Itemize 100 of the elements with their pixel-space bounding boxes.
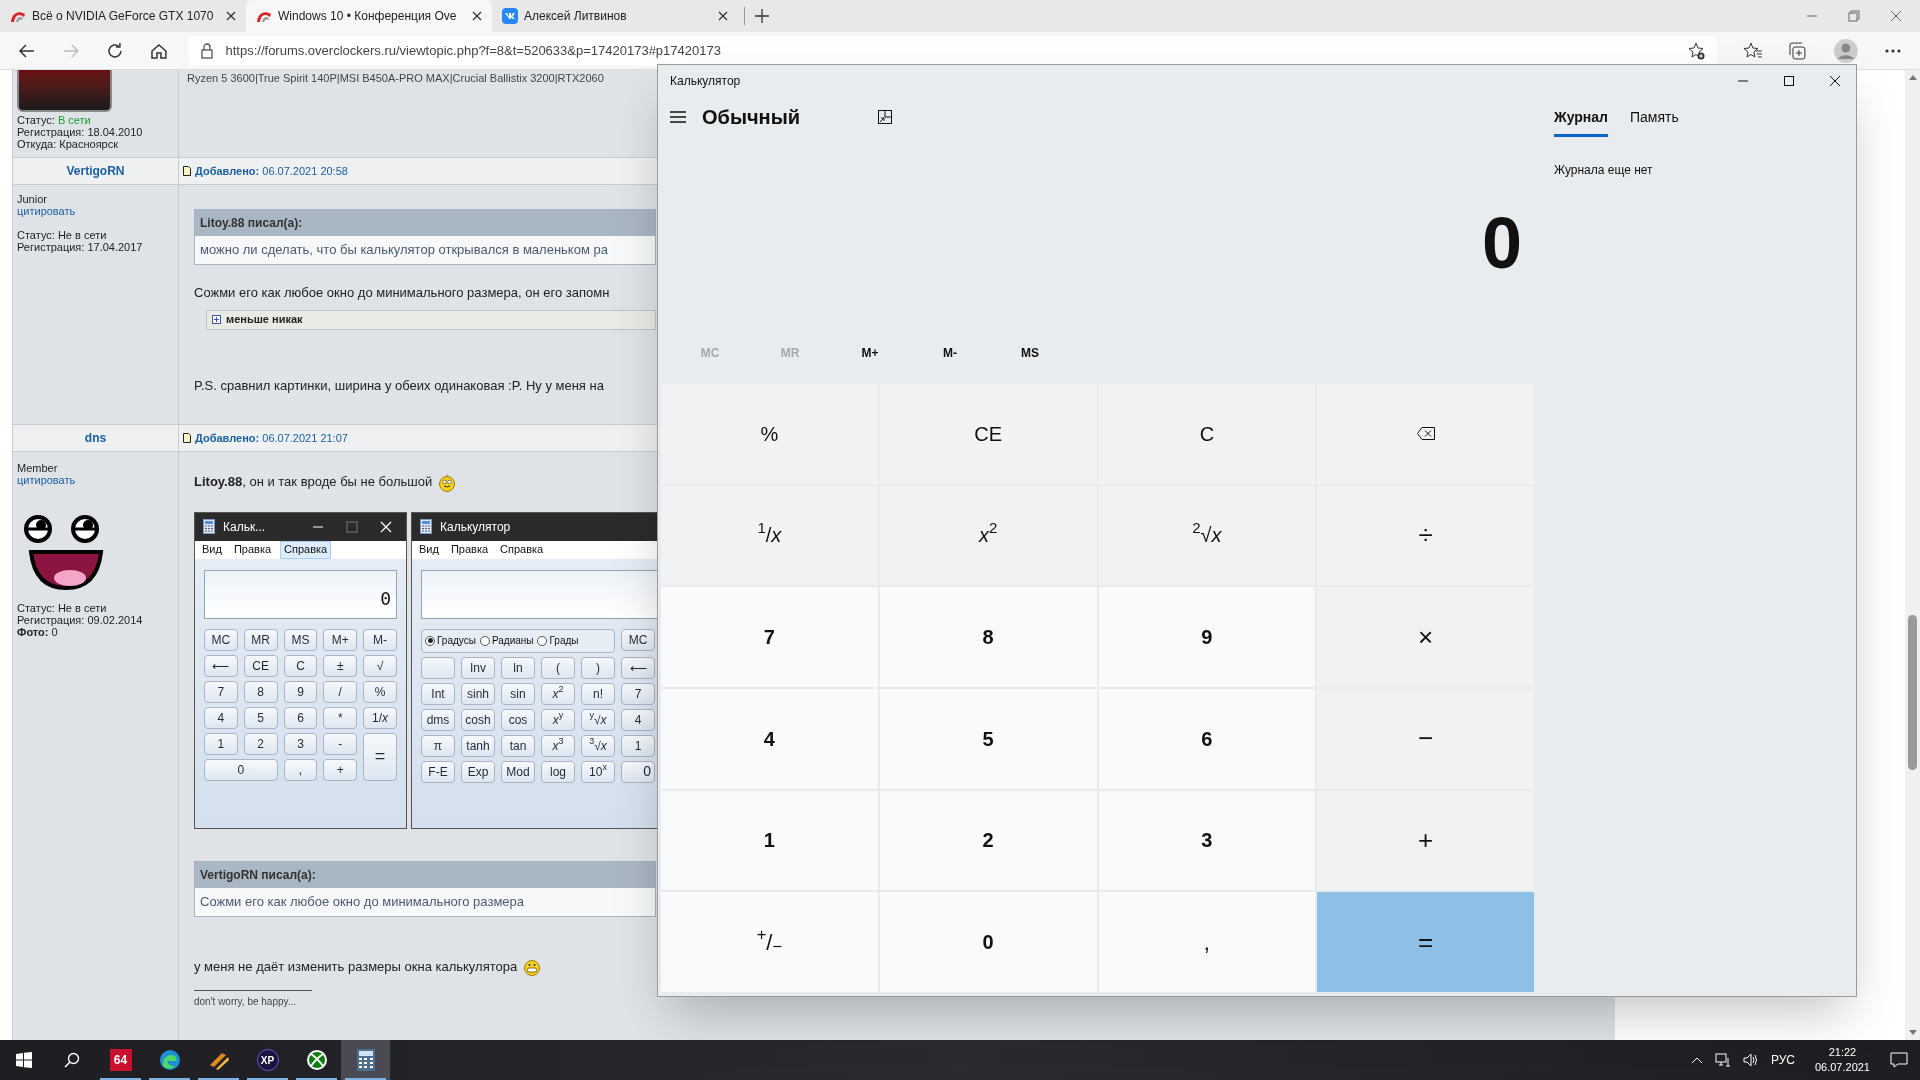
spoiler-toggle[interactable]: меньше никак: [206, 309, 656, 330]
calculator-key[interactable]: cos: [501, 708, 535, 731]
profile-avatar-icon[interactable]: [1834, 38, 1859, 63]
more-icon[interactable]: [1884, 47, 1903, 54]
calculator-key[interactable]: ln: [501, 656, 535, 679]
calculator-key[interactable]: 4: [204, 706, 238, 729]
calculator-key[interactable]: 5: [243, 706, 278, 729]
calculator-key[interactable]: 1/x: [363, 706, 397, 729]
calculator-key[interactable]: -: [323, 732, 358, 755]
calculator-key[interactable]: 0: [879, 892, 1097, 992]
calculator-key[interactable]: ×: [1317, 587, 1534, 687]
xbox-icon[interactable]: [305, 1049, 328, 1071]
calculator-key[interactable]: sin: [501, 682, 535, 705]
browser-icon[interactable]: [158, 1049, 181, 1071]
notifications-icon[interactable]: [1890, 1052, 1908, 1068]
scrollbar[interactable]: [1905, 70, 1920, 1040]
calculator-key[interactable]: x$^{2}$: [541, 682, 575, 705]
calculator-key[interactable]: MC: [204, 628, 238, 651]
calculator-key[interactable]: n!: [581, 682, 615, 705]
browser-tab[interactable]: Всё о NVIDIA GeForce GTX 1070: [0, 0, 246, 32]
close-icon[interactable]: [718, 11, 728, 21]
menu-item[interactable]: Вид: [416, 540, 442, 559]
volume-icon[interactable]: [1742, 1053, 1759, 1067]
calculator-key[interactable]: ,: [1098, 892, 1316, 992]
calculator-key[interactable]: $^{1}$/x: [661, 485, 878, 586]
scroll-down-icon[interactable]: [1908, 1030, 1917, 1036]
calculator-key[interactable]: −: [1317, 689, 1534, 789]
calculator-key[interactable]: √: [363, 654, 397, 677]
calculator-key[interactable]: 1: [621, 734, 655, 757]
calculator-key[interactable]: 3: [1098, 790, 1316, 891]
reload-icon[interactable]: [105, 41, 124, 60]
calculator-key[interactable]: log: [541, 760, 575, 783]
calculator-key[interactable]: 9: [283, 680, 318, 703]
calculator-key[interactable]: x$^{3}$: [541, 734, 575, 757]
calculator-key[interactable]: π: [421, 734, 455, 757]
calculator-key[interactable]: CE: [879, 384, 1097, 484]
calculator-key[interactable]: +: [1317, 790, 1534, 891]
calculator-key[interactable]: +: [323, 758, 358, 781]
start-icon[interactable]: [16, 1052, 32, 1068]
memory-button[interactable]: M+: [838, 334, 902, 371]
keep-on-top-icon[interactable]: [878, 110, 893, 124]
calculator-key[interactable]: sinh: [461, 682, 495, 705]
calculator-key[interactable]: 5: [879, 689, 1097, 789]
calculator-key[interactable]: /: [323, 680, 358, 703]
home-icon[interactable]: [149, 41, 168, 60]
calculator-key[interactable]: MC: [621, 628, 655, 651]
calculator-key[interactable]: ⟵: [204, 654, 238, 677]
aida-app-icon[interactable]: 64: [109, 1049, 132, 1071]
calculator-key[interactable]: $^{y}$√x: [581, 708, 615, 731]
calculator-key[interactable]: CE: [243, 654, 278, 677]
quote-link[interactable]: цитировать: [17, 474, 174, 486]
search-icon[interactable]: [64, 1052, 80, 1068]
calculator-key[interactable]: $^{+}$/$_{−}$: [661, 892, 878, 992]
calculator-key[interactable]: 6: [283, 706, 318, 729]
expand-icon[interactable]: [212, 315, 221, 324]
calculator-key[interactable]: *: [323, 706, 358, 729]
calculator-key[interactable]: x$^{2}$: [879, 485, 1097, 586]
browser-tab[interactable]: Windows 10 • Конференция Ove: [246, 0, 492, 32]
address-bar[interactable]: https://forums.overclockers.ru/viewtopic.php?f=8&t=520633&p=17420173#p17420173: [187, 35, 1717, 66]
calculator-key[interactable]: 2: [879, 790, 1097, 891]
menu-icon[interactable]: [670, 111, 686, 123]
calculator-key[interactable]: (: [541, 656, 575, 679]
calculator-key[interactable]: 1: [204, 732, 238, 755]
collections-icon[interactable]: [1788, 41, 1809, 60]
menu-item[interactable]: Справка: [497, 540, 547, 559]
calculator-key[interactable]: F-E: [421, 760, 455, 783]
calculator-key[interactable]: 7: [661, 587, 878, 687]
calculator-key[interactable]: 3: [283, 732, 318, 755]
calculator-key[interactable]: 0: [621, 760, 655, 783]
favorites-icon[interactable]: [1742, 41, 1763, 60]
radio-option[interactable]: Градусы: [425, 633, 476, 648]
scroll-up-icon[interactable]: [1908, 74, 1917, 80]
calculator-key[interactable]: Mod: [501, 760, 535, 783]
network-icon[interactable]: [1714, 1053, 1731, 1067]
calculator-key[interactable]: %: [363, 680, 397, 703]
calculator-key[interactable]: M+: [323, 628, 358, 651]
calculator-key[interactable]: cosh: [461, 708, 495, 731]
calculator-key[interactable]: %: [661, 384, 878, 484]
browser-tab[interactable]: Алексей Литвинов: [492, 0, 738, 32]
calculator-key[interactable]: 0: [204, 758, 278, 781]
calculator-key[interactable]: 4: [621, 708, 655, 731]
panel-tab[interactable]: Журнал: [1554, 107, 1608, 137]
close-icon[interactable]: [1830, 76, 1840, 86]
menu-item[interactable]: Правка: [447, 540, 492, 559]
calculator-key[interactable]: tan: [501, 734, 535, 757]
calculator-key[interactable]: ±: [323, 654, 358, 677]
calculator-key[interactable]: 6: [1098, 689, 1316, 789]
calculator-key[interactable]: tanh: [461, 734, 495, 757]
radio-option[interactable]: Грады: [537, 633, 579, 648]
calculator-key[interactable]: ÷: [1317, 485, 1534, 586]
calculator-key[interactable]: ,: [283, 758, 318, 781]
quote-link[interactable]: цитировать: [17, 205, 174, 217]
calculator-key[interactable]: 2: [243, 732, 278, 755]
calculator-key[interactable]: C: [283, 654, 318, 677]
calculator-key[interactable]: Inv: [461, 656, 495, 679]
close-icon[interactable]: [226, 11, 236, 21]
panel-tab[interactable]: Память: [1629, 107, 1679, 137]
calculator-key[interactable]: $^{3}$√x: [581, 734, 615, 757]
calculator-key[interactable]: MS: [283, 628, 318, 651]
calculator-key[interactable]: 7: [621, 682, 655, 705]
